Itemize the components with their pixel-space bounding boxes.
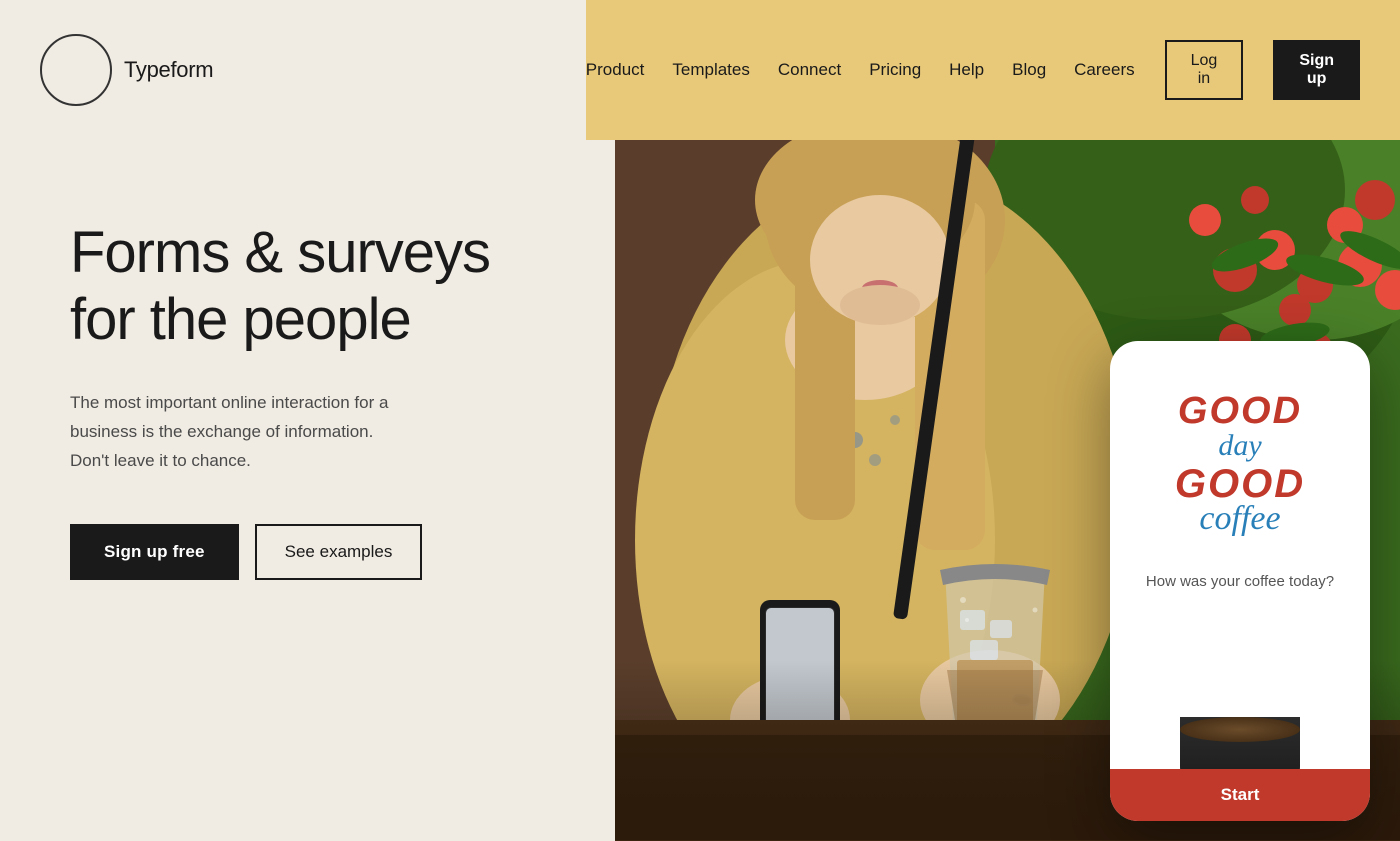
nav-link-product[interactable]: Product (586, 60, 645, 79)
nav-link-connect[interactable]: Connect (778, 60, 841, 79)
see-examples-button[interactable]: See examples (255, 524, 423, 580)
nav-link-templates[interactable]: Templates (672, 60, 749, 79)
brand-line1: GOOD (1178, 391, 1302, 433)
hero-cta-group: Sign up free See examples (70, 524, 555, 580)
nav-item-pricing[interactable]: Pricing (869, 60, 921, 80)
brand-line2: day (1218, 429, 1261, 462)
nav-item-careers[interactable]: Careers (1074, 60, 1134, 80)
nav-link-blog[interactable]: Blog (1012, 60, 1046, 79)
nav-item-connect[interactable]: Connect (778, 60, 841, 80)
logo[interactable]: Typeform (40, 34, 213, 106)
photo-background: GOOD day GOOD coffee How was your coffee… (615, 140, 1400, 841)
hero-image-section: GOOD day GOOD coffee How was your coffee… (615, 140, 1400, 841)
logo-circle (40, 34, 112, 106)
nav-link-careers[interactable]: Careers (1074, 60, 1134, 79)
brand-line4: coffee (1199, 500, 1280, 537)
header: Typeform Product Templates Connect Prici… (0, 0, 1400, 140)
signup-nav-button[interactable]: Sign up (1273, 40, 1360, 100)
signup-hero-button[interactable]: Sign up free (70, 524, 239, 580)
header-left: Typeform (0, 0, 586, 140)
header-right: Product Templates Connect Pricing Help B… (586, 0, 1400, 140)
brand-name: Typeform (124, 57, 213, 83)
phone-content: GOOD day GOOD coffee How was your coffee… (1110, 341, 1370, 821)
nav-item-templates[interactable]: Templates (672, 60, 749, 80)
nav-link-help[interactable]: Help (949, 60, 984, 79)
nav-item-blog[interactable]: Blog (1012, 60, 1046, 80)
coffee-surface (1180, 717, 1300, 742)
coffee-brand-logo: GOOD day GOOD coffee (1175, 391, 1305, 537)
survey-question: How was your coffee today? (1146, 573, 1334, 590)
phone-mockup: GOOD day GOOD coffee How was your coffee… (1110, 341, 1370, 821)
start-button[interactable]: Start (1110, 769, 1370, 821)
brand-text-group: GOOD day GOOD coffee (1175, 391, 1305, 537)
main-nav: Product Templates Connect Pricing Help B… (586, 60, 1135, 80)
nav-item-product[interactable]: Product (586, 60, 645, 80)
hero-section: Forms & surveys for the people The most … (0, 140, 1400, 841)
hero-subtitle: The most important online interaction fo… (70, 389, 410, 476)
login-button[interactable]: Log in (1165, 40, 1244, 100)
nav-item-help[interactable]: Help (949, 60, 984, 80)
hero-title: Forms & surveys for the people (70, 220, 555, 353)
nav-link-pricing[interactable]: Pricing (869, 60, 921, 79)
hero-left-content: Forms & surveys for the people The most … (0, 140, 615, 841)
